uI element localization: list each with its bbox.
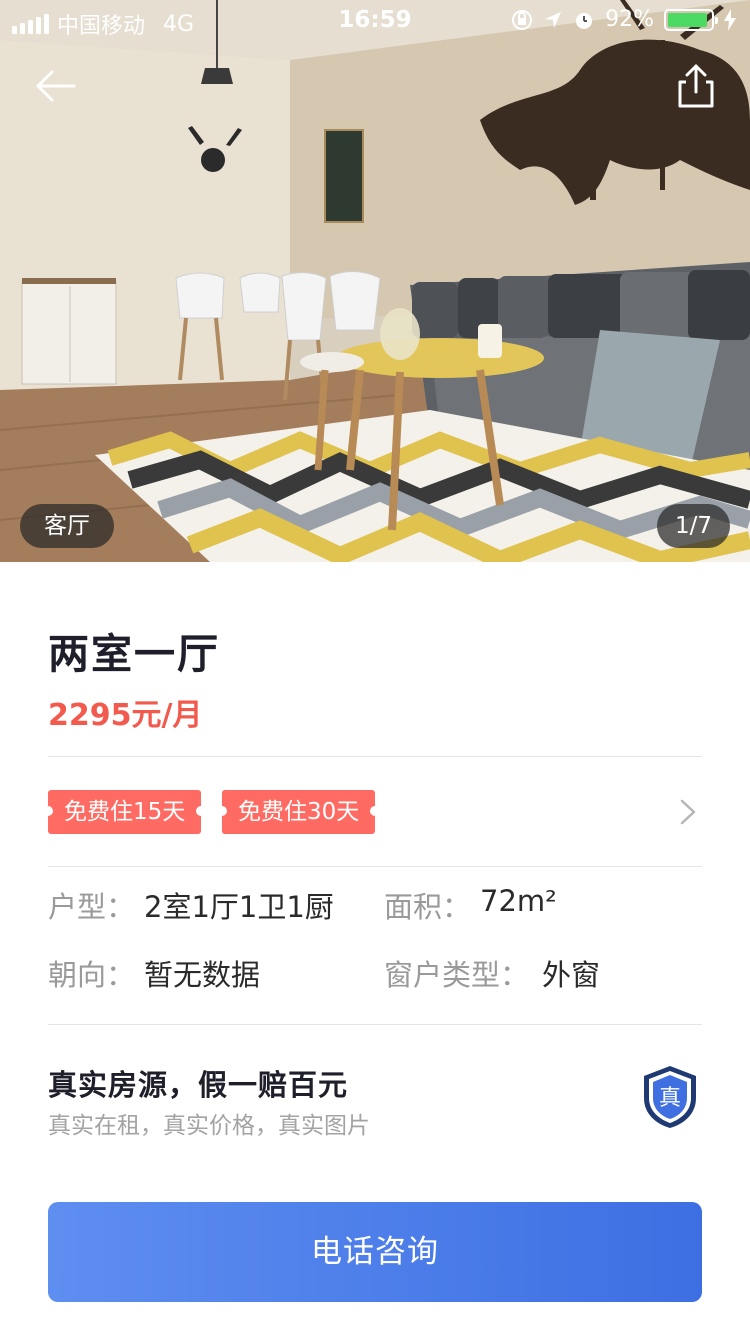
orientation-label: 朝向： [48,958,136,992]
promo-tag: 免费住30天 [216,790,381,834]
window-type-label: 窗户类型： [384,958,530,992]
window-type-value: 外窗 [542,958,601,992]
area-label: 面积： [384,890,472,924]
listing-title: 两室一厅 [48,630,220,678]
living-room-photo [0,0,750,562]
orientation-value: 暂无数据 [144,958,261,992]
divider [48,866,702,867]
promo-tag: 免费住15天 [42,790,207,834]
back-button[interactable] [30,60,82,112]
guarantee-subtitle: 真实在租，真实价格，真实图片 [48,1113,370,1139]
charging-icon [724,8,736,31]
chevron-right-icon [680,799,696,825]
divider [48,1024,702,1025]
alarm-icon [576,12,593,29]
status-bar: 中国移动 4G 16:59 92% [0,0,750,40]
room-label-badge: 客厅 [20,504,114,548]
shield-badge-text: 真 [659,1086,681,1111]
area-value: 72m² [480,884,557,918]
photo-gallery[interactable]: 中国移动 4G 16:59 92% 客厅 1/7 [0,0,750,562]
layout-label: 户型： [48,890,136,924]
battery-icon [664,8,718,31]
divider [48,756,702,757]
arrow-left-icon [36,70,76,102]
location-icon [545,11,562,28]
phone-consult-button[interactable]: 电话咨询 [48,1202,702,1302]
layout-value: 2室1厅1卫1厨 [144,890,334,924]
guarantee-title: 真实房源，假一赔百元 [48,1068,349,1102]
rotation-lock-icon [512,9,533,30]
promo-tags-row[interactable]: 免费住15天 免费住30天 [42,788,702,836]
battery-percent: 92% [605,7,654,32]
share-button[interactable] [670,60,722,112]
share-icon [678,64,714,108]
verified-shield-icon: 真 [644,1066,696,1128]
listing-price: 2295元/月 [48,698,203,733]
photo-counter-badge: 1/7 [656,504,730,548]
